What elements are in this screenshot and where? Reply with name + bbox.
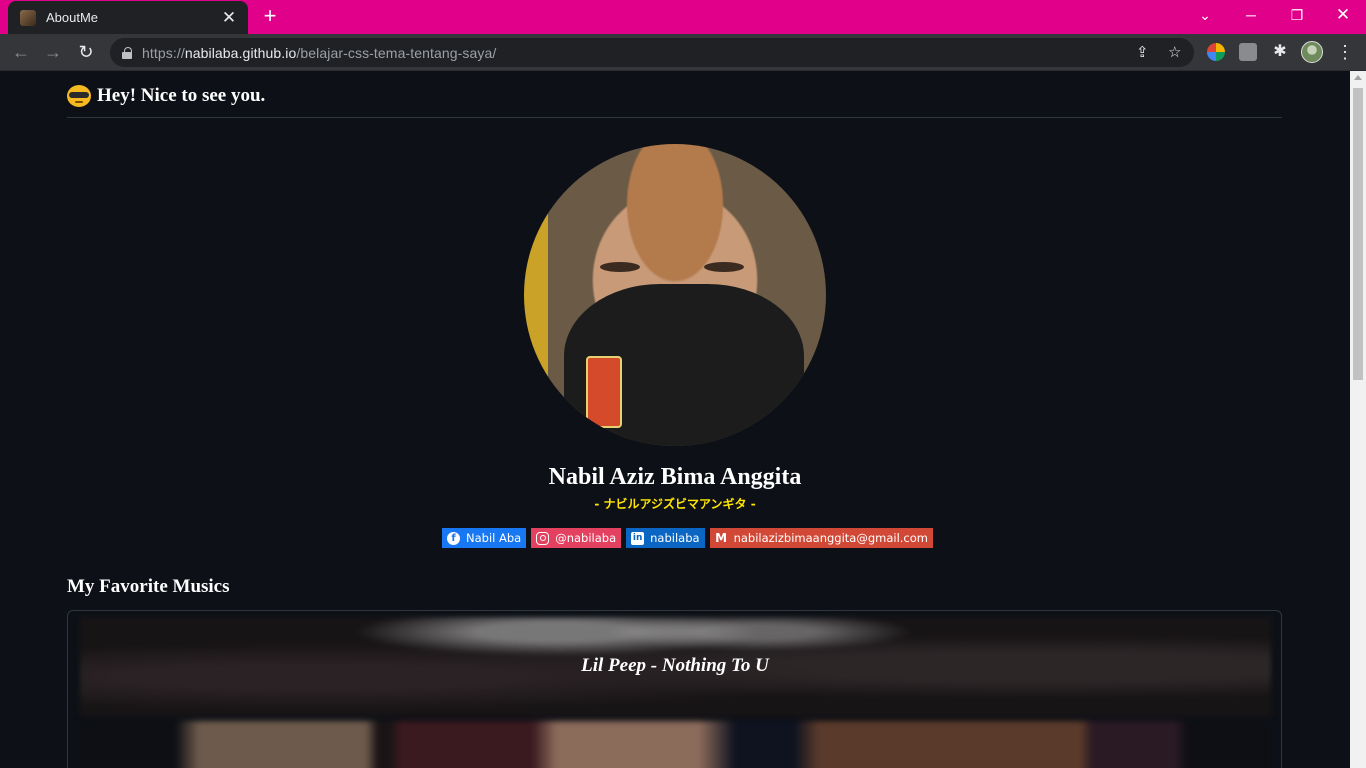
facebook-label: Nabil Aba: [466, 531, 522, 545]
greeting-text: Hey! Nice to see you.: [97, 85, 266, 106]
social-badges: f Nabil Aba @nabilaba in nabilaba M nabi…: [442, 528, 933, 548]
new-tab-button[interactable]: +: [258, 5, 282, 29]
address-bar[interactable]: https://nabilaba.github.io/belajar-css-t…: [110, 38, 1194, 67]
facebook-badge[interactable]: f Nabil Aba: [442, 528, 527, 548]
extension-gray-icon[interactable]: [1239, 43, 1257, 61]
tab-strip: AboutMe ✕ + ⌄ ─ ❐ ✕: [0, 0, 1366, 34]
linkedin-label: nabilaba: [650, 531, 700, 545]
profile-name: Nabil Aziz Bima Anggita: [548, 464, 802, 490]
browser-menu-icon[interactable]: ⋮: [1336, 41, 1354, 63]
music-card[interactable]: [67, 610, 1282, 768]
photo-badge-patch: [586, 356, 622, 428]
sunglasses-emoji-icon: [67, 85, 91, 107]
browser-tab[interactable]: AboutMe ✕: [8, 1, 248, 34]
gmail-label: nabilazizbimaanggita@gmail.com: [733, 531, 928, 545]
instagram-icon: [536, 531, 550, 545]
tab-search-icon[interactable]: ⌄: [1182, 0, 1228, 30]
music-section-title: My Favorite Musics: [67, 576, 230, 597]
close-window-button[interactable]: ✕: [1320, 0, 1366, 30]
scroll-up-arrow-icon[interactable]: [1354, 75, 1362, 80]
forward-button[interactable]: →: [41, 40, 65, 64]
bookmark-star-icon[interactable]: ☆: [1168, 43, 1181, 61]
linkedin-badge[interactable]: in nabilaba: [626, 528, 705, 548]
song-title: Lil Peep - Nothing To U: [581, 655, 769, 676]
url-path: /belajar-css-tema-tentang-saya/: [296, 44, 497, 61]
tab-favicon-icon: [20, 9, 36, 26]
linkedin-icon: in: [631, 531, 645, 545]
browser-toolbar: ← → ↻ https://nabilaba.github.io/belajar…: [0, 34, 1366, 71]
profile-name-katakana: - ナビルアジズビマアンギタ -: [594, 497, 756, 511]
header-divider: [67, 117, 1282, 118]
page-scrollbar[interactable]: [1350, 71, 1366, 768]
lock-icon[interactable]: [122, 46, 132, 59]
restore-button[interactable]: ❐: [1274, 0, 1320, 30]
url-scheme: https://: [142, 44, 185, 61]
tab-title: AboutMe: [46, 10, 99, 25]
extensions-puzzle-icon[interactable]: ✱: [1271, 43, 1289, 61]
back-button[interactable]: ←: [9, 40, 33, 64]
extension-color-icon[interactable]: [1207, 43, 1225, 61]
minimize-button[interactable]: ─: [1228, 0, 1274, 30]
scrollbar-thumb[interactable]: [1353, 88, 1363, 380]
url-host: nabilaba.github.io: [184, 44, 297, 61]
profile-avatar[interactable]: [1301, 41, 1323, 63]
url-text: https://nabilaba.github.io/belajar-css-t…: [142, 45, 496, 61]
reload-button[interactable]: ↻: [74, 40, 98, 64]
instagram-badge[interactable]: @nabilaba: [531, 528, 622, 548]
gmail-icon: M: [715, 531, 728, 545]
share-icon[interactable]: ⇪: [1136, 43, 1149, 61]
header-greeting: Hey! Nice to see you.: [67, 85, 265, 107]
music-thumbnail-strip: [80, 721, 1271, 768]
close-tab-icon[interactable]: ✕: [220, 9, 238, 26]
profile-photo: [524, 144, 826, 446]
gmail-badge[interactable]: M nabilazizbimaanggita@gmail.com: [709, 528, 933, 548]
facebook-icon: f: [447, 531, 460, 545]
web-page: Hey! Nice to see you. Nabil Aziz Bima An…: [0, 71, 1350, 768]
photo-eyes: [594, 262, 754, 274]
instagram-label: @nabilaba: [555, 531, 617, 545]
